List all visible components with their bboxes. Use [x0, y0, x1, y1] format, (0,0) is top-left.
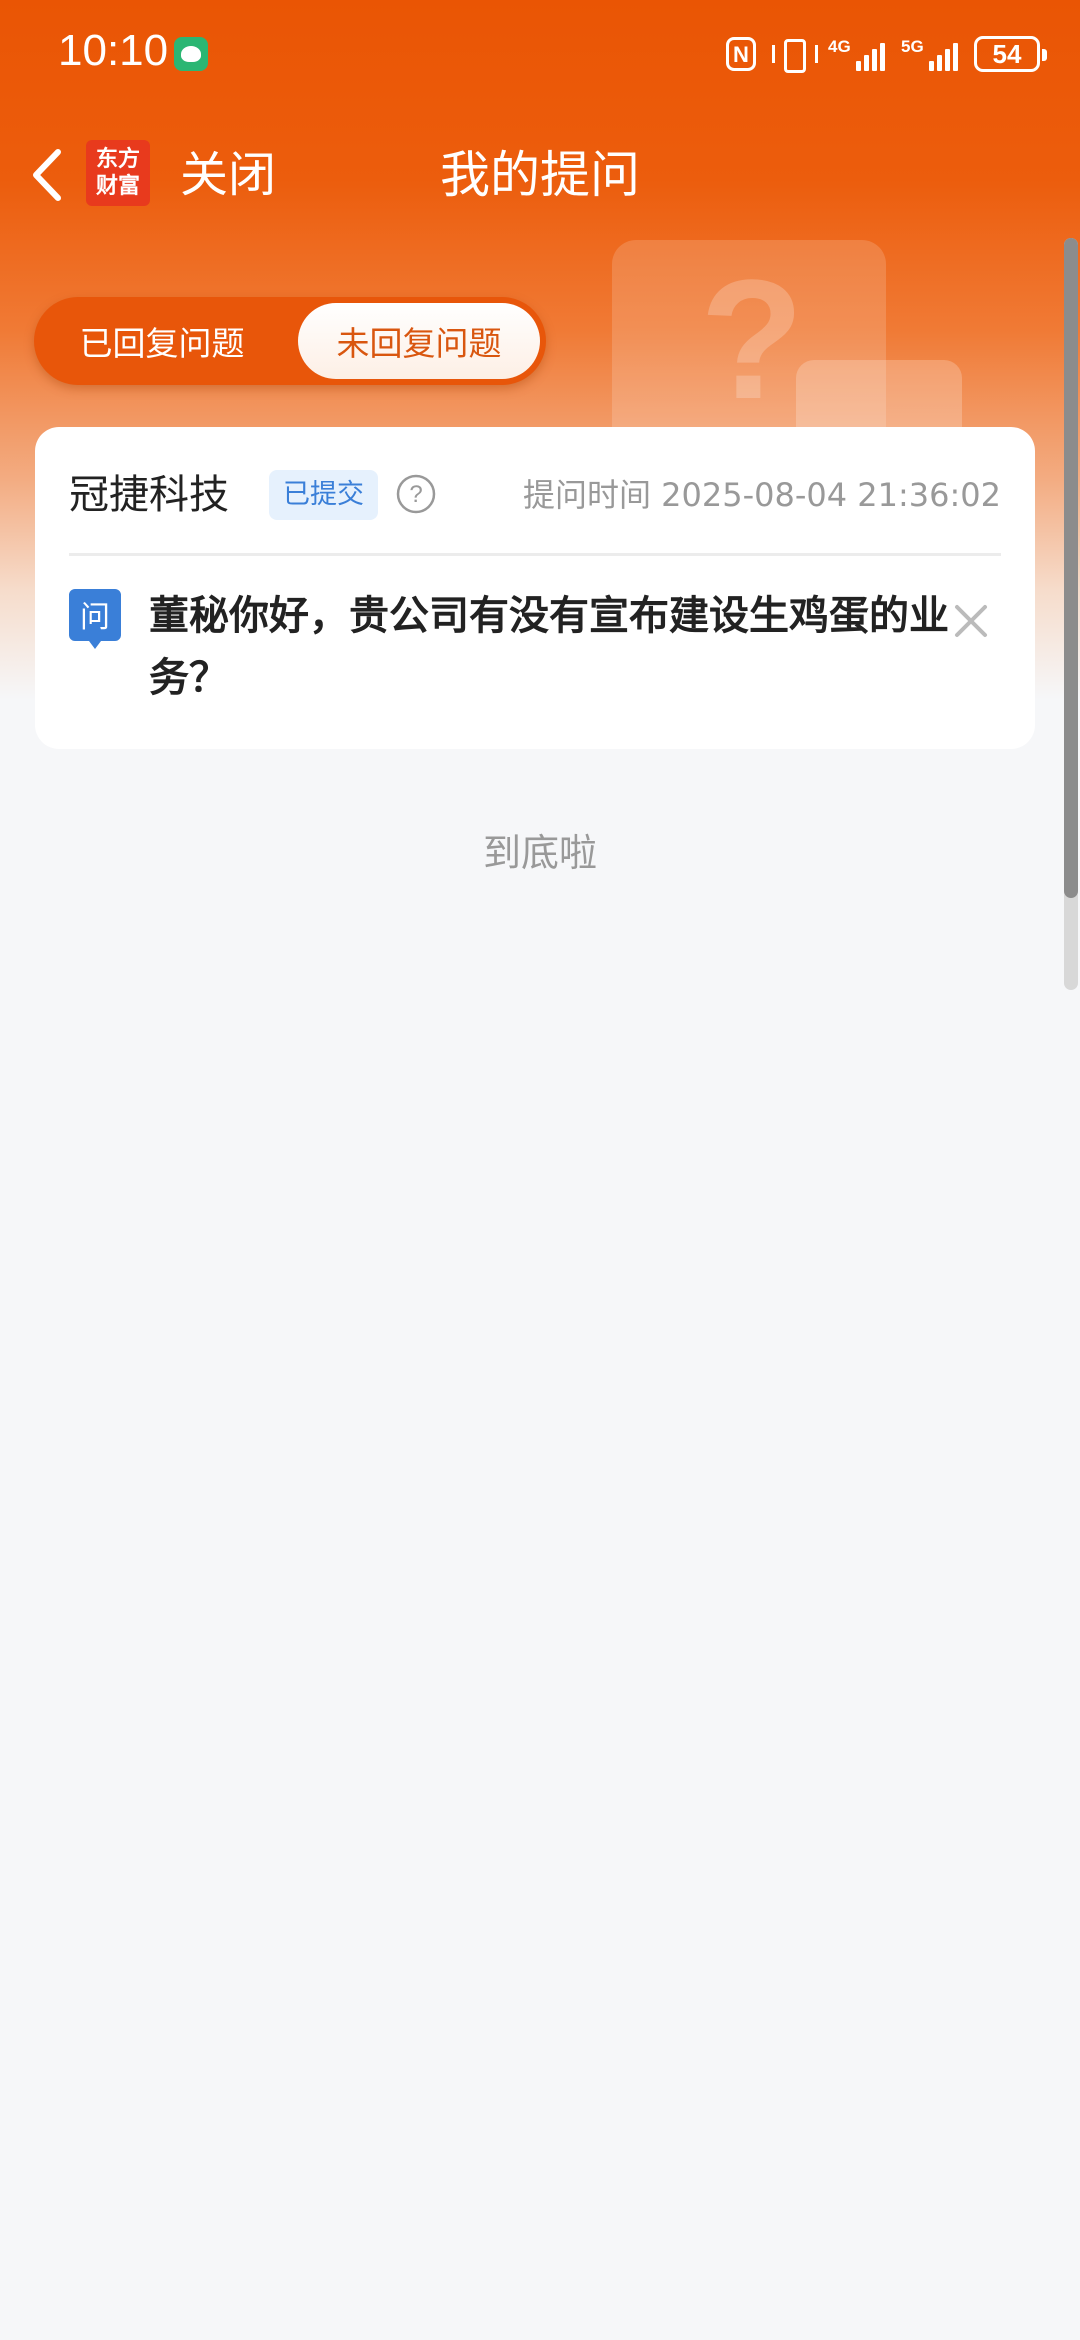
status-icons: 4G 5G 54 — [726, 32, 1047, 76]
help-icon[interactable]: ? — [395, 473, 437, 515]
question-card[interactable]: 冠捷科技 已提交 ? 提问时间 2025-08-04 21:36:02 问 董秘… — [35, 427, 1035, 749]
signal-4g-icon: 4G — [828, 37, 885, 71]
notification-app-icon — [174, 37, 208, 71]
page-title: 我的提问 — [440, 146, 640, 204]
battery-icon: 54 — [974, 36, 1047, 72]
question-tabs: 已回复问题 未回复问题 — [34, 297, 546, 385]
signal-5g-label: 5G — [901, 37, 924, 56]
ask-time: 提问时间 2025-08-04 21:36:02 — [522, 476, 1001, 514]
company-name: 冠捷科技 — [69, 472, 229, 518]
question-marker-text: 问 — [80, 600, 110, 635]
signal-5g-icon: 5G — [901, 37, 958, 71]
status-time: 10:10 — [58, 26, 169, 75]
question-text: 董秘你好，贵公司有没有宣布建设生鸡蛋的业务？ — [149, 593, 949, 701]
status-badge: 已提交 — [269, 470, 378, 520]
end-of-list-text: 到底啦 — [482, 831, 597, 875]
svg-text:?: ? — [409, 481, 422, 508]
signal-4g-label: 4G — [828, 37, 851, 56]
nfc-icon — [726, 37, 756, 71]
status-bar: 10:10 4G 5G 54 — [0, 0, 1080, 110]
nav-bar: 东方 财富 关闭 我的提问 — [0, 120, 1080, 230]
card-divider — [69, 553, 1001, 556]
vibrate-icon — [772, 37, 818, 73]
tab-unanswered[interactable]: 未回复问题 — [298, 303, 540, 379]
scrollbar-thumb[interactable] — [1064, 238, 1078, 898]
question-marker-icon: 问 — [69, 589, 121, 649]
close-icon[interactable] — [951, 601, 991, 641]
scrollbar[interactable] — [1064, 238, 1078, 990]
tab-answered[interactable]: 已回复问题 — [40, 303, 284, 379]
